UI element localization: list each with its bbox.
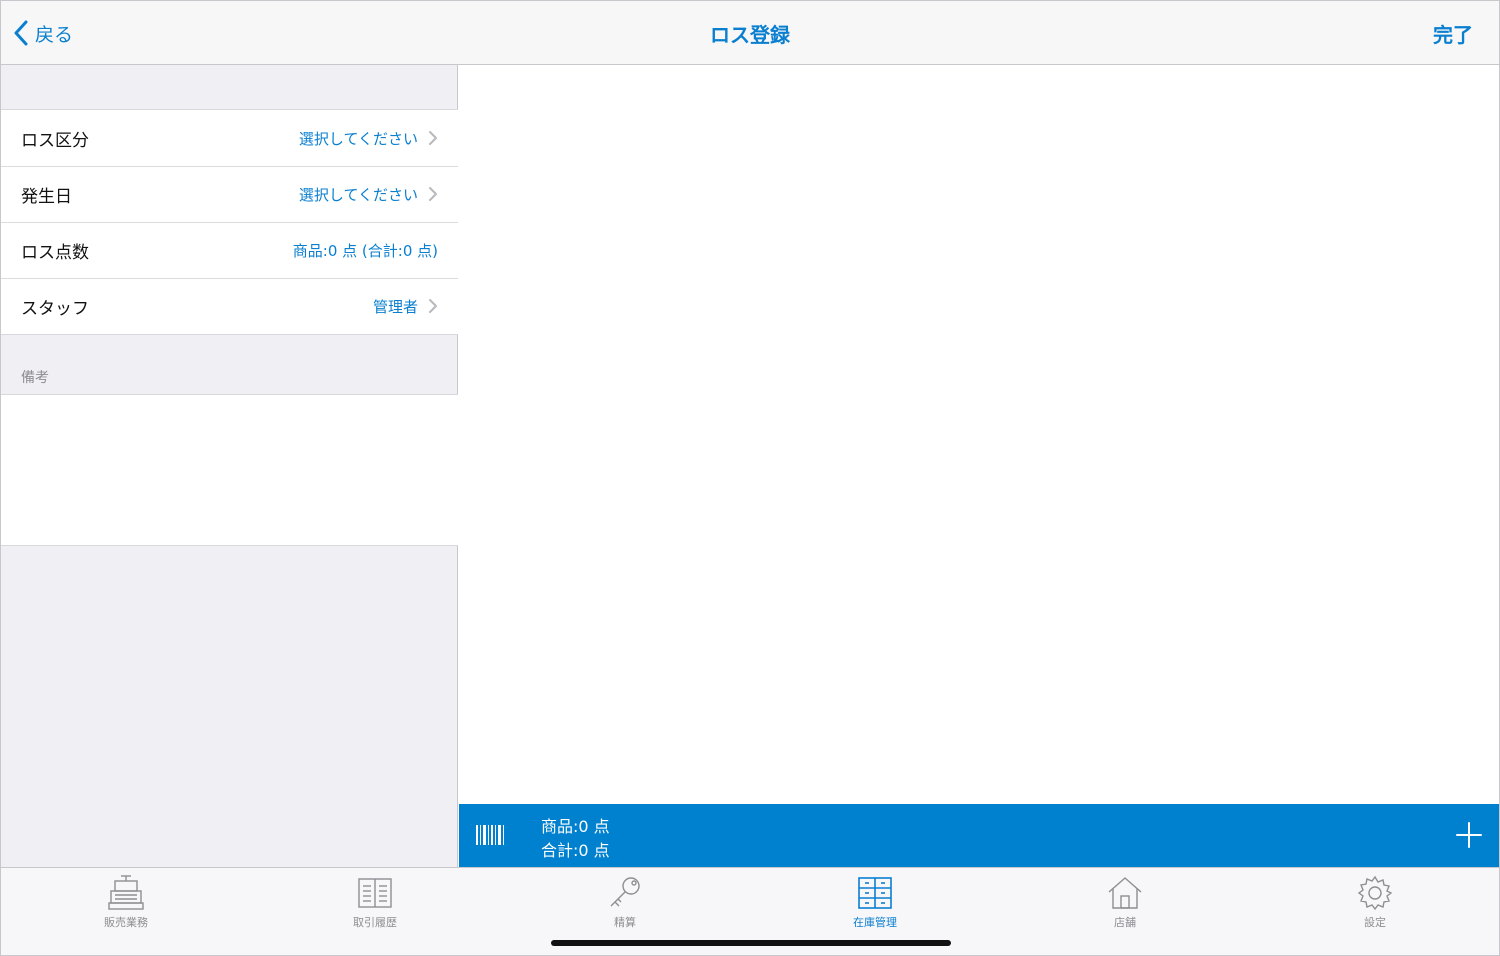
tab-settlement[interactable]: 精算	[565, 874, 685, 930]
chevron-right-icon	[428, 186, 438, 202]
house-icon	[1065, 874, 1185, 912]
summary-bar: 商品:0 点 合計:0 点	[459, 804, 1499, 867]
tab-history[interactable]: 取引履歴	[315, 874, 435, 930]
row-label: ロス区分	[21, 130, 89, 151]
staff-row[interactable]: スタッフ 管理者	[1, 278, 458, 334]
row-value: 選択してください	[298, 129, 418, 148]
total-count: 合計:0 点	[541, 841, 610, 860]
form-panel: ロス区分 選択してください 発生日 選択してください ロス点数 商品:0 点 (…	[1, 65, 458, 867]
plus-icon	[1455, 822, 1483, 853]
book-icon	[315, 874, 435, 912]
summary-counts: 商品:0 点 合計:0 点	[541, 815, 610, 863]
done-button[interactable]: 完了	[1433, 19, 1473, 48]
tab-label: 取引履歴	[353, 916, 397, 929]
tab-label: 店舗	[1114, 916, 1136, 929]
register-icon	[66, 874, 186, 912]
home-indicator	[551, 940, 951, 946]
row-label: スタッフ	[21, 298, 89, 319]
form-group: ロス区分 選択してください 発生日 選択してください ロス点数 商品:0 点 (…	[1, 109, 458, 335]
loss-type-row[interactable]: ロス区分 選択してください	[1, 110, 458, 166]
app-window: 戻る ロス登録 完了 ロス区分 選択してください 発生日 選択してください ロス…	[0, 0, 1500, 956]
cabinet-icon	[815, 874, 935, 912]
barcode-scan-button[interactable]	[475, 823, 505, 851]
occurrence-date-row[interactable]: 発生日 選択してください	[1, 166, 458, 222]
notes-field[interactable]	[1, 394, 458, 546]
tab-label: 在庫管理	[853, 916, 897, 929]
gear-icon	[1315, 874, 1435, 912]
tab-label: 販売業務	[104, 916, 148, 929]
row-value: 商品:0 点 (合計:0 点)	[292, 241, 438, 260]
loss-count-row: ロス点数 商品:0 点 (合計:0 点)	[1, 222, 458, 278]
row-label: ロス点数	[21, 242, 89, 263]
notes-header: 備考	[21, 370, 49, 386]
add-item-button[interactable]	[1455, 821, 1483, 853]
row-label: 発生日	[21, 186, 72, 207]
tab-sales[interactable]: 販売業務	[66, 874, 186, 930]
row-value: 管理者	[372, 297, 418, 316]
tab-label: 精算	[614, 916, 636, 929]
chevron-right-icon	[428, 298, 438, 314]
tab-settings[interactable]: 設定	[1315, 874, 1435, 930]
chevron-right-icon	[428, 130, 438, 146]
barcode-icon	[475, 825, 505, 851]
row-value: 選択してください	[298, 185, 418, 204]
items-count: 商品:0 点	[541, 817, 610, 836]
key-icon	[565, 874, 685, 912]
tab-inventory[interactable]: 在庫管理	[815, 874, 935, 930]
page-title: ロス登録	[710, 23, 790, 47]
tab-store[interactable]: 店舗	[1065, 874, 1185, 930]
navigation-bar: 戻る ロス登録 完了	[1, 1, 1499, 65]
item-list-area	[459, 65, 1499, 804]
tab-label: 設定	[1364, 916, 1386, 929]
